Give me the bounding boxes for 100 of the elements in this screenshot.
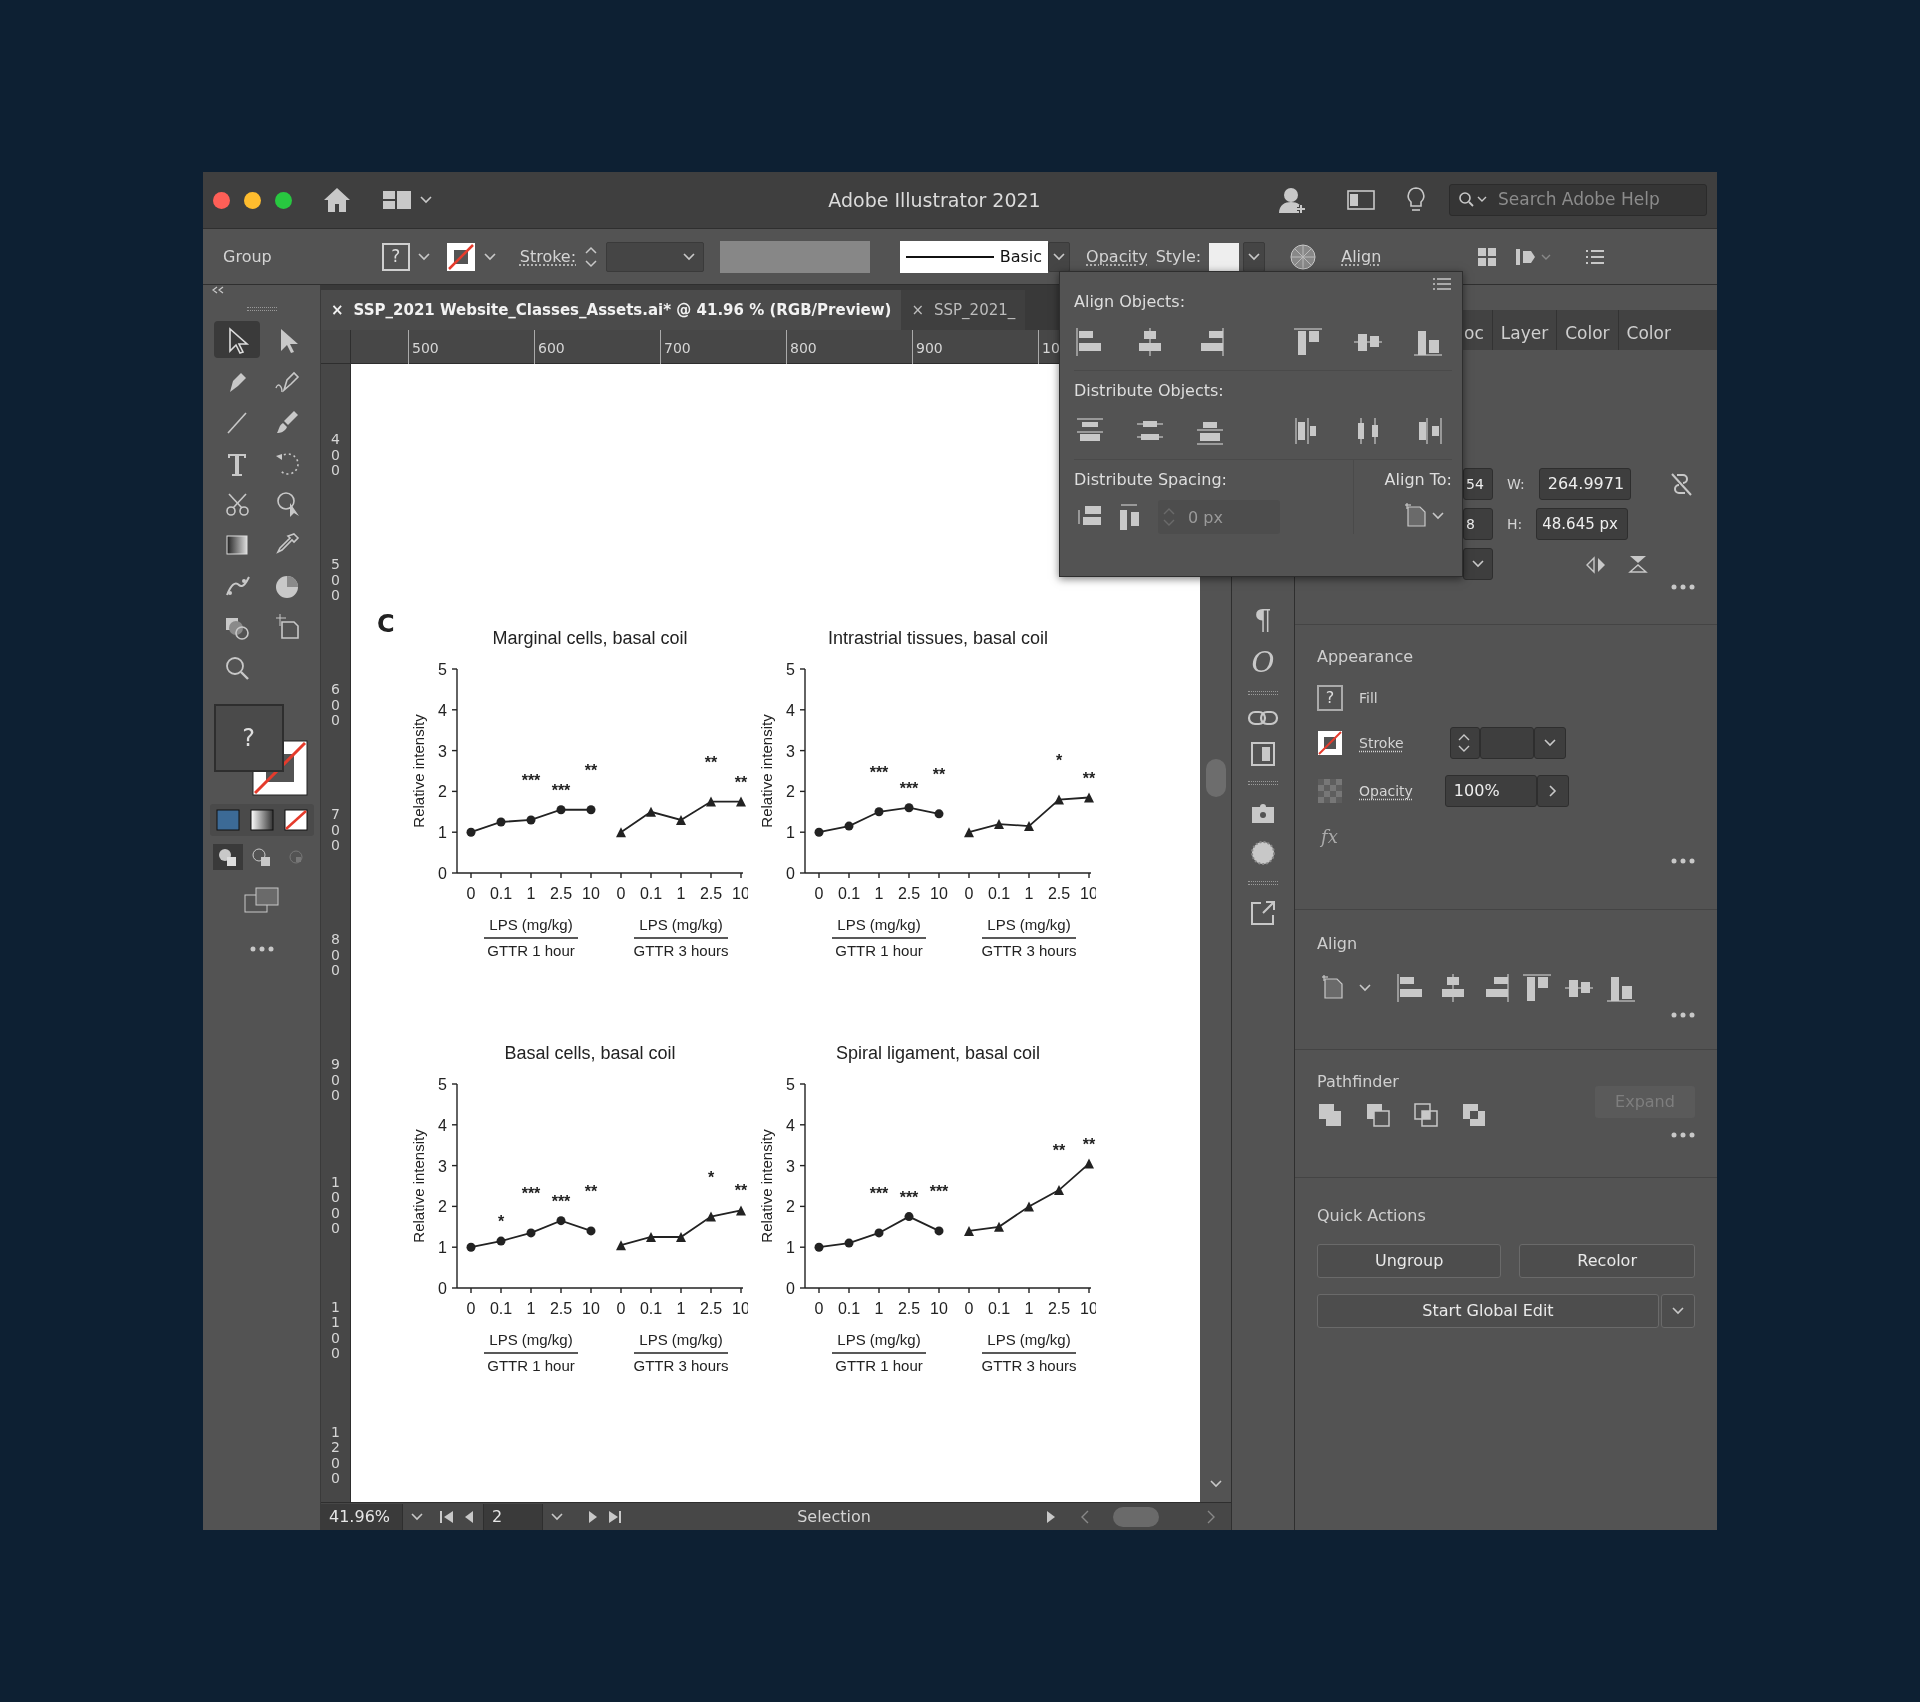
- panel-menu-icon[interactable]: [1432, 277, 1452, 291]
- unlinked-proportions-icon[interactable]: [1668, 471, 1693, 497]
- close-tab-button[interactable]: ×: [331, 298, 344, 322]
- flip-vertical-icon[interactable]: [1627, 554, 1649, 574]
- minus-front-icon[interactable]: [1365, 1102, 1391, 1128]
- more-options-icon[interactable]: [1671, 584, 1695, 590]
- axis-tick-label: 10: [930, 1300, 948, 1317]
- artboards-panel-icon[interactable]: [1250, 741, 1276, 767]
- stepper-icon[interactable]: [1456, 732, 1471, 754]
- opacity-label: Opacity: [1086, 245, 1148, 268]
- panel-tab[interactable]: Color: [1617, 310, 1679, 350]
- previous-page-icon[interactable]: [463, 1509, 475, 1525]
- align-top-button[interactable]: [1292, 326, 1324, 358]
- paragraph-panel-icon[interactable]: ¶: [1254, 607, 1272, 635]
- axis-tick-label: 0: [438, 1280, 447, 1297]
- home-icon[interactable]: [322, 186, 352, 214]
- data-point: [466, 827, 476, 837]
- link-icon[interactable]: [1247, 709, 1279, 727]
- draw-normal-icon[interactable]: [212, 844, 243, 870]
- start-global-edit-button[interactable]: Start Global Edit: [1317, 1294, 1659, 1328]
- opacity-link[interactable]: Opacity: [1359, 780, 1413, 802]
- data-point: [844, 821, 854, 831]
- stroke-none-swatch-icon[interactable]: [445, 241, 476, 272]
- fill-swatch[interactable]: ?: [381, 242, 410, 271]
- axis-tick-label: 5: [438, 1076, 447, 1093]
- minimize-window-button[interactable]: [244, 191, 261, 209]
- flip-horizontal-icon[interactable]: [1585, 554, 1607, 575]
- data-point: [994, 819, 1004, 830]
- arrange-grid-icon[interactable]: [1476, 246, 1499, 268]
- unite-icon[interactable]: [1317, 1102, 1343, 1128]
- scrollbar-thumb[interactable]: [1205, 759, 1226, 797]
- next-page-icon[interactable]: [587, 1509, 599, 1525]
- quick-action-button[interactable]: Ungroup: [1317, 1244, 1502, 1278]
- export-icon[interactable]: [1249, 899, 1277, 927]
- chevron-down-icon[interactable]: [420, 196, 432, 204]
- effects-button[interactable]: fx: [1321, 826, 1338, 847]
- align-top-button[interactable]: [1521, 972, 1553, 1004]
- intersect-icon[interactable]: [1413, 1102, 1439, 1128]
- y-position-field[interactable]: 8: [1463, 508, 1493, 540]
- opacity-field[interactable]: 100%: [1444, 775, 1537, 807]
- zoom-level-field[interactable]: 41.96%: [321, 1503, 403, 1530]
- chevron-down-icon[interactable]: [411, 1513, 423, 1521]
- align-link[interactable]: Align: [1341, 244, 1382, 269]
- lightbulb-icon[interactable]: [1405, 186, 1427, 214]
- chevron-down-icon[interactable]: [483, 253, 496, 261]
- stroke-weight-field[interactable]: [1479, 727, 1534, 759]
- data-point: [466, 1242, 476, 1252]
- more-tools-icon[interactable]: [249, 946, 274, 952]
- more-options-icon[interactable]: [1671, 1012, 1695, 1018]
- panel-menu-icon[interactable]: [1584, 248, 1607, 266]
- more-options-icon[interactable]: [1671, 1132, 1695, 1138]
- opentype-panel-icon[interactable]: O: [1251, 649, 1275, 677]
- height-field[interactable]: 48.645 px: [1536, 508, 1629, 540]
- fill-swatch[interactable]: ?: [1317, 685, 1343, 711]
- exclude-icon[interactable]: [1461, 1102, 1487, 1128]
- axis-tick-label: 0: [786, 865, 795, 882]
- quick-action-button[interactable]: Recolor: [1519, 1244, 1695, 1278]
- chevron-down-icon[interactable]: [551, 1513, 563, 1521]
- play-icon[interactable]: [1045, 1508, 1057, 1525]
- close-tab-button[interactable]: ×: [911, 298, 925, 322]
- close-window-button[interactable]: [213, 191, 230, 209]
- screen-mode-icon[interactable]: [243, 886, 280, 914]
- chevron-right-icon[interactable]: [1548, 785, 1557, 797]
- scroll-down-icon[interactable]: [1209, 1480, 1222, 1488]
- collapse-panel-icon[interactable]: [211, 285, 225, 295]
- fill-swatch[interactable]: ?: [213, 704, 284, 772]
- document-tab[interactable]: × SSP_2021_: [901, 290, 1026, 330]
- brush-definition-dropdown[interactable]: Basic: [900, 240, 1049, 273]
- rotate-dropdown[interactable]: [1463, 548, 1493, 580]
- chevron-down-icon[interactable]: [417, 253, 430, 261]
- search-field[interactable]: Search Adobe Help: [1449, 184, 1707, 216]
- recolor-wheel-icon[interactable]: [1289, 242, 1318, 271]
- page-number-field[interactable]: 2: [483, 1503, 543, 1530]
- chevron-down-icon[interactable]: [1543, 739, 1556, 747]
- transparency-checker-icon: [1317, 778, 1343, 804]
- workspace-layout-icon[interactable]: [382, 190, 412, 210]
- chevron-down-icon[interactable]: [1248, 252, 1261, 261]
- scrollbar-thumb[interactable]: [1113, 1506, 1159, 1527]
- first-page-icon[interactable]: [439, 1509, 455, 1525]
- chevron-down-icon[interactable]: [1359, 984, 1371, 992]
- scroll-left-icon[interactable]: [1081, 1510, 1089, 1524]
- more-options-icon[interactable]: [1671, 858, 1695, 864]
- scroll-right-icon[interactable]: [1207, 1510, 1215, 1524]
- chevron-down-icon[interactable]: [1053, 252, 1066, 261]
- maximize-window-button[interactable]: [275, 191, 292, 209]
- document-tab[interactable]: × SSP_2021 Website_Classes_Assets.ai* @ 41.96 % (RGB/Preview): [321, 290, 902, 330]
- panel-tab[interactable]: Layer: [1491, 310, 1557, 350]
- stroke-none-swatch-icon[interactable]: [1317, 730, 1343, 756]
- graphic-style-swatch[interactable]: [1209, 242, 1240, 271]
- data-point: [676, 814, 686, 825]
- chevron-down-icon[interactable]: [1432, 512, 1444, 520]
- axis-tick-label: 4: [786, 1116, 795, 1134]
- x-position-field[interactable]: 54: [1463, 468, 1493, 500]
- panel-tab[interactable]: Color: [1556, 310, 1618, 350]
- last-page-icon[interactable]: [607, 1509, 623, 1525]
- global-edit-options-button[interactable]: [1661, 1294, 1695, 1328]
- width-field[interactable]: 264.9971: [1538, 468, 1631, 500]
- stroke-link[interactable]: Stroke: [1359, 732, 1404, 754]
- axis-tick-label: 2.5: [699, 1300, 723, 1317]
- panel-layout-icon[interactable]: [1347, 189, 1375, 211]
